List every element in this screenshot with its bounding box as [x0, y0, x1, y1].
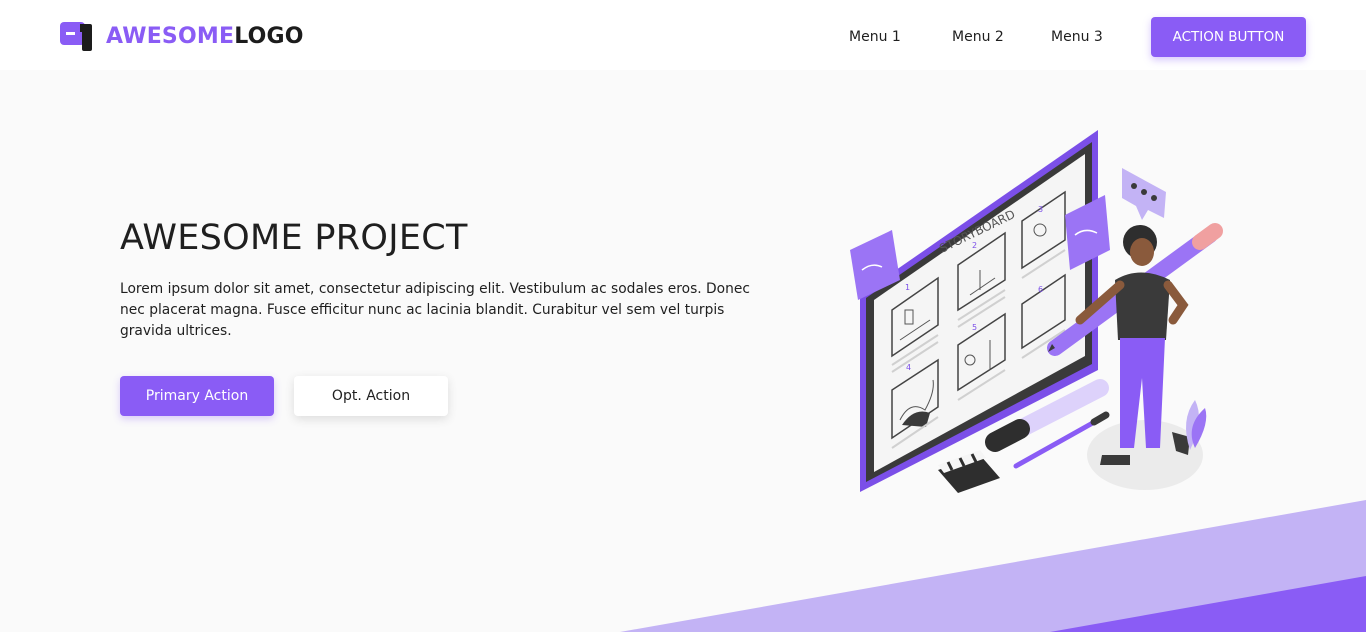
svg-text:3: 3: [1038, 205, 1043, 214]
logo-text: AWESOMELOGO: [106, 22, 304, 51]
svg-text:5: 5: [972, 323, 977, 332]
hero-description: Lorem ipsum dolor sit amet, consectetur …: [120, 281, 750, 339]
primary-action-button[interactable]: Primary Action: [120, 376, 274, 416]
nav-menu-1[interactable]: Menu 1: [849, 28, 901, 46]
site-header: AWESOMELOGO Menu 1 Menu 2 Menu 3 ACTION …: [0, 0, 1366, 70]
logo-mark-icon: [60, 22, 92, 51]
logo-text-part1: AWESOME: [106, 24, 235, 49]
logo[interactable]: AWESOMELOGO: [60, 22, 304, 51]
hero-title: AWESOME PROJECT: [120, 218, 468, 258]
svg-text:6: 6: [1038, 285, 1043, 294]
logo-text-part2: LOGO: [234, 24, 304, 49]
svg-text:4: 4: [906, 363, 911, 372]
svg-text:1: 1: [905, 283, 910, 292]
optional-action-button[interactable]: Opt. Action: [294, 376, 448, 416]
storyboard-illustration: STORYBOARD 123 456: [850, 130, 1223, 493]
nav-menu-2[interactable]: Menu 2: [952, 28, 1004, 46]
svg-text:2: 2: [972, 241, 977, 250]
nav-menu-3[interactable]: Menu 3: [1051, 28, 1103, 46]
header-action-button[interactable]: ACTION BUTTON: [1151, 17, 1306, 57]
